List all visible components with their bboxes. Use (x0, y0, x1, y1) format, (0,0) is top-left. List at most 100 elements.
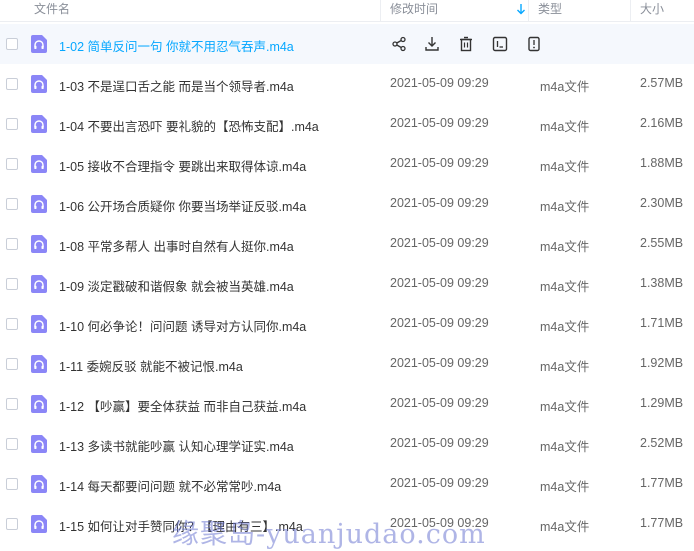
table-row[interactable]: 1-04 不要出言恐吓 要礼貌的【恐怖支配】.m4a 2021-05-09 09:… (0, 104, 694, 144)
file-type: m4a文件 (540, 400, 590, 414)
more-icon[interactable] (525, 35, 543, 53)
file-size: 1.71MB (640, 316, 684, 330)
table-row[interactable]: 1-13 多读书就能吵赢 认知心理学证实.m4a 2021-05-09 09:29… (0, 424, 694, 464)
column-divider[interactable] (630, 0, 631, 22)
table-row[interactable]: 1-05 接收不合理指令 要跳出来取得体谅.m4a 2021-05-09 09:2… (0, 144, 694, 184)
file-modified-time: 2021-05-09 09:29 (390, 276, 489, 290)
file-name[interactable]: 1-15 如何让对手赞同你？【理由有三】.m4a (59, 516, 303, 535)
audio-file-icon (31, 195, 47, 213)
file-size: 2.30MB (640, 196, 684, 210)
table-row[interactable]: 1-08 平常多帮人 出事时自然有人挺你.m4a 2021-05-09 09:29… (0, 224, 694, 264)
row-checkbox[interactable] (6, 158, 18, 170)
file-modified-time: 2021-05-09 09:29 (390, 156, 489, 170)
file-modified-time: 2021-05-09 09:29 (390, 316, 489, 330)
row-checkbox[interactable] (6, 358, 18, 370)
file-name[interactable]: 1-08 平常多帮人 出事时自然有人挺你.m4a (59, 236, 294, 255)
row-checkbox[interactable] (6, 78, 18, 90)
audio-file-icon (31, 435, 47, 453)
row-checkbox[interactable] (6, 478, 18, 490)
file-type: m4a文件 (540, 240, 590, 254)
row-checkbox[interactable] (6, 38, 18, 50)
file-modified-time: 2021-05-09 09:29 (390, 196, 489, 210)
file-name[interactable]: 1-14 每天都要问问题 就不必常常吵.m4a (59, 476, 281, 495)
file-modified-time: 2021-05-09 09:29 (390, 396, 489, 410)
row-checkbox[interactable] (6, 198, 18, 210)
file-name[interactable]: 1-13 多读书就能吵赢 认知心理学证实.m4a (59, 436, 294, 455)
audio-file-icon (31, 355, 47, 373)
file-modified-time: 2021-05-09 09:29 (390, 476, 489, 490)
table-row[interactable]: 1-02 简单反问一句 你就不用忍气吞声.m4a (0, 24, 694, 64)
file-type: m4a文件 (540, 80, 590, 94)
file-type: m4a文件 (540, 280, 590, 294)
audio-file-icon (31, 235, 47, 253)
table-row[interactable]: 1-10 何必争论！问问题 诱导对方认同你.m4a 2021-05-09 09:2… (0, 304, 694, 344)
share-icon[interactable] (390, 35, 408, 53)
table-row[interactable]: 1-12 【吵赢】要全体获益 而非自己获益.m4a 2021-05-09 09:2… (0, 384, 694, 424)
file-name[interactable]: 1-11 委婉反驳 就能不被记恨.m4a (59, 356, 243, 375)
audio-file-icon (31, 155, 47, 173)
table-row[interactable]: 1-06 公开场合质疑你 你要当场举证反驳.m4a 2021-05-09 09:2… (0, 184, 694, 224)
file-name[interactable]: 1-09 淡定戳破和谐假象 就会被当英雄.m4a (59, 276, 294, 295)
file-modified-time: 2021-05-09 09:29 (390, 76, 489, 90)
file-size: 1.88MB (640, 156, 684, 170)
file-size: 1.77MB (640, 476, 684, 490)
audio-file-icon (31, 35, 47, 53)
delete-icon[interactable] (457, 35, 475, 53)
column-divider[interactable] (380, 0, 381, 22)
column-header-name[interactable]: 文件名 (26, 0, 70, 22)
column-header-time[interactable]: 修改时间 (382, 0, 438, 22)
file-type: m4a文件 (540, 160, 590, 174)
file-type: m4a文件 (540, 120, 590, 134)
table-row[interactable]: 1-03 不是逞口舌之能 而是当个领导者.m4a 2021-05-09 09:29… (0, 64, 694, 104)
column-header-type[interactable]: 类型 (530, 0, 562, 22)
file-list: 1-02 简单反问一句 你就不用忍气吞声.m4a 1-03 不是逞口舌之能 而是当… (0, 24, 694, 544)
file-type: m4a文件 (540, 320, 590, 334)
file-size: 2.55MB (640, 236, 684, 250)
file-name[interactable]: 1-10 何必争论！问问题 诱导对方认同你.m4a (59, 316, 306, 335)
audio-file-icon (31, 115, 47, 133)
file-name[interactable]: 1-02 简单反问一句 你就不用忍气吞声.m4a (59, 36, 294, 55)
table-row[interactable]: 1-11 委婉反驳 就能不被记恨.m4a 2021-05-09 09:29 m4a文… (0, 344, 694, 384)
file-modified-time: 2021-05-09 09:29 (390, 356, 489, 370)
row-checkbox[interactable] (6, 318, 18, 330)
table-row[interactable]: 1-09 淡定戳破和谐假象 就会被当英雄.m4a 2021-05-09 09:29… (0, 264, 694, 304)
file-size: 2.16MB (640, 116, 684, 130)
file-name[interactable]: 1-03 不是逞口舌之能 而是当个领导者.m4a (59, 76, 294, 95)
column-header-size[interactable]: 大小 (632, 0, 664, 22)
audio-file-icon (31, 475, 47, 493)
row-checkbox[interactable] (6, 398, 18, 410)
file-size: 1.77MB (640, 516, 684, 530)
file-list-header: 文件名 修改时间 类型 大小 (0, 0, 694, 22)
audio-file-icon (31, 315, 47, 333)
file-name[interactable]: 1-04 不要出言恐吓 要礼貌的【恐怖支配】.m4a (59, 116, 319, 135)
file-type: m4a文件 (540, 480, 590, 494)
file-type: m4a文件 (540, 360, 590, 374)
audio-file-icon (31, 275, 47, 293)
arrow-down-icon[interactable] (516, 3, 526, 15)
file-modified-time: 2021-05-09 09:29 (390, 116, 489, 130)
file-size: 2.57MB (640, 76, 684, 90)
file-size: 2.52MB (640, 436, 684, 450)
file-type: m4a文件 (540, 520, 590, 534)
table-row[interactable]: 1-15 如何让对手赞同你？【理由有三】.m4a 2021-05-09 09:29… (0, 504, 694, 544)
row-checkbox[interactable] (6, 518, 18, 530)
rename-icon[interactable] (491, 35, 509, 53)
file-modified-time: 2021-05-09 09:29 (390, 516, 489, 530)
file-name[interactable]: 1-12 【吵赢】要全体获益 而非自己获益.m4a (59, 396, 306, 415)
audio-file-icon (31, 75, 47, 93)
column-divider[interactable] (528, 0, 529, 22)
file-size: 1.29MB (640, 396, 684, 410)
file-type: m4a文件 (540, 200, 590, 214)
file-name[interactable]: 1-05 接收不合理指令 要跳出来取得体谅.m4a (59, 156, 306, 175)
row-checkbox[interactable] (6, 278, 18, 290)
row-checkbox[interactable] (6, 238, 18, 250)
download-icon[interactable] (423, 35, 441, 53)
row-checkbox[interactable] (6, 118, 18, 130)
row-checkbox[interactable] (6, 438, 18, 450)
file-size: 1.38MB (640, 276, 684, 290)
file-modified-time: 2021-05-09 09:29 (390, 236, 489, 250)
file-modified-time: 2021-05-09 09:29 (390, 436, 489, 450)
file-name[interactable]: 1-06 公开场合质疑你 你要当场举证反驳.m4a (59, 196, 306, 215)
file-type: m4a文件 (540, 440, 590, 454)
table-row[interactable]: 1-14 每天都要问问题 就不必常常吵.m4a 2021-05-09 09:29 m… (0, 464, 694, 504)
